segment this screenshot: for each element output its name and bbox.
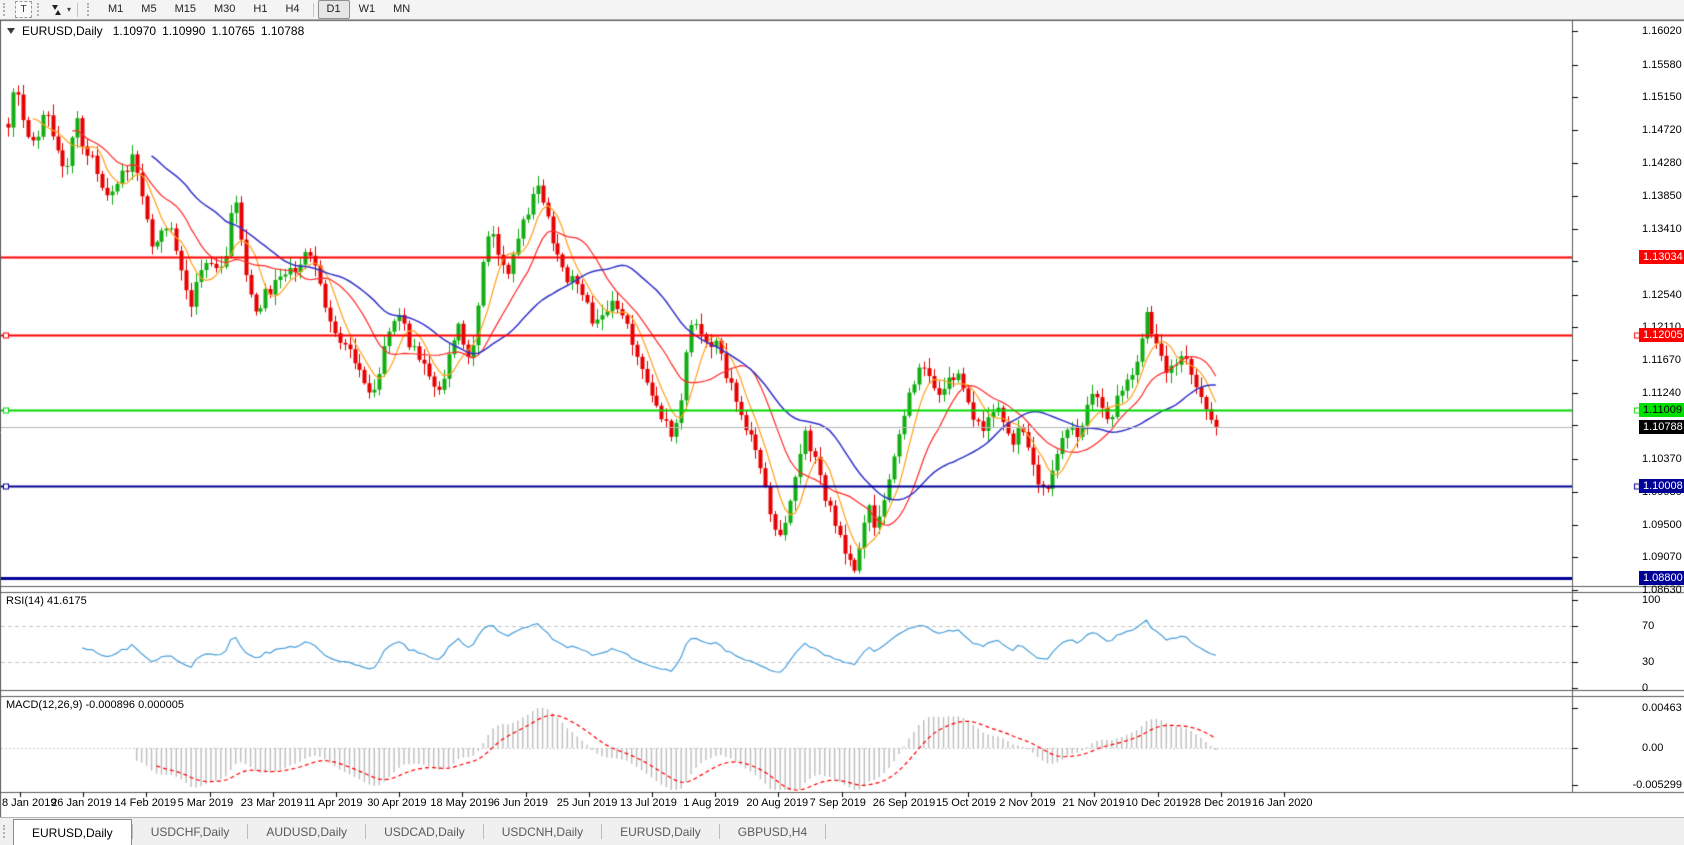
date-tick-label: 5 Mar 2019: [178, 797, 234, 809]
ohlc-close: 1.10788: [261, 24, 304, 38]
chevron-down-icon[interactable]: ▾: [67, 5, 71, 14]
toolbar-separator: [77, 3, 78, 17]
date-tick-label: 20 Aug 2019: [746, 797, 808, 809]
timeframe-button-m15[interactable]: M15: [166, 0, 205, 19]
price-tick-label: 1.09070: [1642, 551, 1682, 563]
ohlc-low: 1.10765: [211, 24, 254, 38]
date-tick-label: 28 Dec 2019: [1189, 797, 1251, 809]
chart-tab-bar: EURUSD,DailyUSDCHF,DailyAUDUSD,DailyUSDC…: [0, 817, 1684, 845]
price-tick-label: 1.11670: [1642, 354, 1681, 366]
rsi-scale-label: 0: [1642, 682, 1648, 694]
price-tick-label: 1.16020: [1642, 25, 1682, 37]
tabbar-grip-handle[interactable]: [3, 825, 10, 838]
tab-separator: [825, 824, 826, 839]
date-tick-label: 18 May 2019: [430, 797, 494, 809]
trading-terminal: T ▾ M1M5M15M30H1H4 D1W1MN EURUSD,Daily 1.…: [0, 0, 1684, 845]
macd-scale-label: -0.005299: [1632, 779, 1682, 791]
chart-tab-usdcnh-daily[interactable]: USDCNH,Daily: [484, 818, 601, 845]
date-tick-label: 14 Feb 2019: [114, 797, 176, 809]
toolbar-separator: [313, 3, 314, 17]
date-tick-label: 1 Aug 2019: [683, 797, 739, 809]
timeframe-button-group: M1M5M15M30H1H4 D1W1MN: [99, 0, 419, 19]
rsi-scale-label: 70: [1642, 620, 1654, 632]
chart-tab-usdchf-daily[interactable]: USDCHF,Daily: [133, 818, 248, 845]
date-tick-label: 15 Oct 2019: [936, 797, 996, 809]
rsi-scale-label: 100: [1642, 594, 1660, 606]
chart-tab-eurusd-daily[interactable]: EURUSD,Daily: [13, 819, 132, 845]
timeframe-button-h4[interactable]: H4: [276, 0, 308, 19]
toolbar-grip-handle[interactable]: [37, 3, 44, 16]
macd-scale-label: 0.00463: [1642, 702, 1682, 714]
hline-price-badge: 1.08800: [1639, 571, 1684, 585]
timeframe-button-h1[interactable]: H1: [244, 0, 276, 19]
date-tick-label: 11 Apr 2019: [304, 797, 363, 809]
date-tick-label: 25 Jun 2019: [557, 797, 618, 809]
arrows-icon: [50, 4, 63, 16]
price-tick-label: 1.13410: [1642, 223, 1682, 235]
hline-price-badge: 1.12005: [1639, 328, 1684, 342]
hline-price-badge: 1.13034: [1639, 250, 1684, 264]
price-tick-label: 1.13850: [1642, 190, 1682, 202]
chart-tab-audusd-daily[interactable]: AUDUSD,Daily: [248, 818, 365, 845]
toolbar-grip-handle[interactable]: [3, 3, 10, 16]
macd-scale-label: 0.00: [1642, 742, 1663, 754]
date-tick-label: 21 Nov 2019: [1062, 797, 1124, 809]
price-tick-label: 1.12540: [1642, 289, 1682, 301]
chart-toolbar: T ▾ M1M5M15M30H1H4 D1W1MN: [0, 0, 1684, 20]
date-tick-label: 13 Jul 2019: [620, 797, 677, 809]
price-tick-label: 1.15150: [1642, 91, 1682, 103]
date-tick-label: 7 Sep 2019: [810, 797, 866, 809]
chart-tab-eurusd-daily[interactable]: EURUSD,Daily: [602, 818, 719, 845]
chart-symbol-label: EURUSD,Daily: [22, 24, 103, 38]
text-label-tool-button[interactable]: T: [15, 1, 32, 18]
price-tick-label: 1.10370: [1642, 453, 1682, 465]
date-tick-label: 16 Jan 2020: [1252, 797, 1313, 809]
chart-symbol-ohlc: EURUSD,Daily 1.10970 1.10990 1.10765 1.1…: [7, 24, 304, 38]
price-tick-label: 1.11240: [1642, 387, 1681, 399]
timeframe-button-m5[interactable]: M5: [132, 0, 165, 19]
date-tick-label: 8 Jan 2019: [2, 797, 56, 809]
hline-price-badge: 1.10008: [1639, 479, 1684, 493]
date-tick-label: 2 Nov 2019: [999, 797, 1055, 809]
timeframe-button-m30[interactable]: M30: [205, 0, 244, 19]
date-tick-label: 6 Jun 2019: [494, 797, 548, 809]
date-tick-label: 26 Sep 2019: [873, 797, 935, 809]
date-tick-label: 30 Apr 2019: [367, 797, 426, 809]
one-click-trading-arrow-icon[interactable]: [7, 28, 15, 34]
ohlc-open: 1.10970: [113, 24, 156, 38]
price-tick-label: 1.15580: [1642, 59, 1682, 71]
timeframe-button-w1[interactable]: W1: [350, 0, 385, 19]
price-tick-label: 1.09500: [1642, 519, 1682, 531]
rsi-indicator-label: RSI(14) 41.6175: [6, 595, 87, 607]
timeframe-button-d1[interactable]: D1: [318, 0, 350, 19]
chart-tab-usdcad-daily[interactable]: USDCAD,Daily: [366, 818, 483, 845]
chart-tab-gbpusd-h4[interactable]: GBPUSD,H4: [720, 818, 825, 845]
price-tick-label: 1.14720: [1642, 124, 1682, 136]
timeframe-button-m1[interactable]: M1: [99, 0, 132, 19]
timeframe-grip-handle[interactable]: [87, 3, 94, 16]
main-chart-canvas[interactable]: [0, 0, 1684, 845]
timeframe-button-mn[interactable]: MN: [384, 0, 419, 19]
arrows-tool-button[interactable]: [49, 2, 64, 17]
date-tick-label: 26 Jan 2019: [51, 797, 112, 809]
ohlc-high: 1.10990: [162, 24, 205, 38]
macd-indicator-label: MACD(12,26,9) -0.000896 0.000005: [6, 699, 184, 711]
rsi-scale-label: 30: [1642, 656, 1654, 668]
date-tick-label: 23 Mar 2019: [241, 797, 303, 809]
price-tick-label: 1.14280: [1642, 157, 1682, 169]
current-price-badge: 1.10788: [1639, 420, 1684, 434]
hline-price-badge: 1.11009: [1639, 403, 1684, 417]
date-tick-label: 10 Dec 2019: [1126, 797, 1188, 809]
